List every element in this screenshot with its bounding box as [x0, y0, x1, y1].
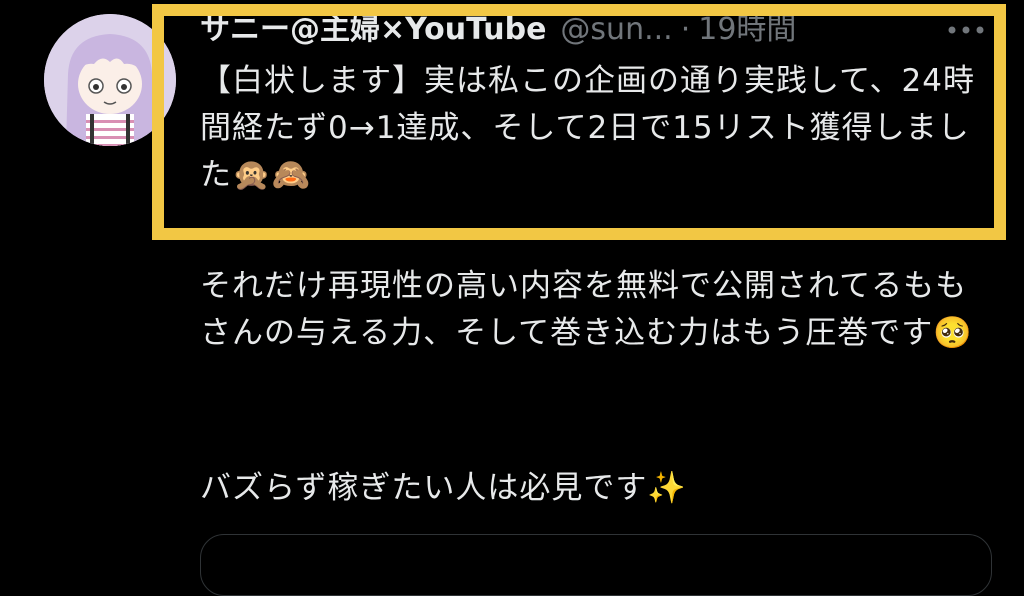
quoted-tweet-card[interactable] — [200, 534, 992, 596]
tweet-header: サニー@主婦×YouTube @sun... · 19時間 — [200, 6, 1000, 54]
header-separator: · — [680, 12, 691, 47]
tweet-text-paragraph-1: 【白状します】実は私この企画の通り実践して、24時間経たず0→1達成、そして2日… — [200, 63, 975, 193]
author-display-name[interactable]: サニー@主婦×YouTube — [200, 6, 546, 54]
tweet-text-paragraph-3: バズらず稼ぎたい人は必見です✨ — [200, 470, 687, 506]
author-handle[interactable]: @sun... — [560, 6, 672, 54]
more-horizontal-icon[interactable] — [936, 8, 996, 52]
tweet-timestamp[interactable]: 19時間 — [698, 6, 796, 54]
tweet-text-paragraph-2: それだけ再現性の高い内容を無料で公開されてるももさんの与える力、そして巻き込む力… — [200, 268, 973, 351]
avatar-illustration — [44, 14, 176, 146]
avatar[interactable] — [44, 14, 176, 146]
